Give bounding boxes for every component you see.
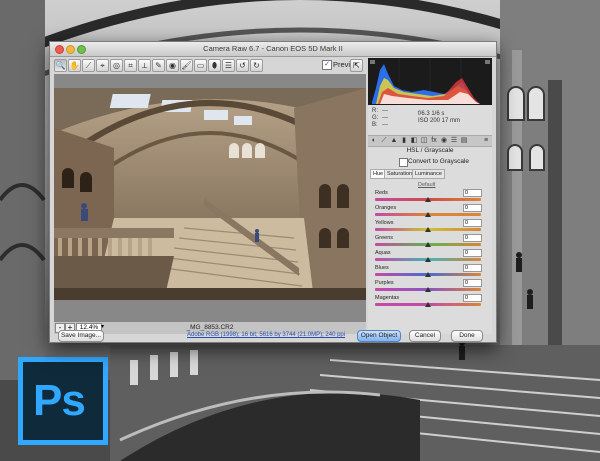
preferences-icon[interactable]: ☰ — [222, 59, 235, 72]
hand-icon[interactable]: ✋ — [68, 59, 81, 72]
default-link[interactable]: Default — [418, 182, 435, 188]
slider-value-field[interactable]: 0 — [463, 249, 482, 257]
slider-label: Greens — [375, 235, 394, 241]
r-label: R: — [372, 108, 378, 114]
slider-thumb[interactable] — [425, 212, 431, 217]
slider-row: Oranges 0 — [371, 204, 489, 220]
slider-label: Yellows — [375, 220, 394, 226]
panel-menu-icon[interactable]: ≡ — [482, 137, 490, 145]
window-title: Camera Raw 6.7 - Canon EOS 5D Mark II — [203, 44, 343, 53]
g-value: --- — [382, 115, 388, 121]
slider-label: Purples — [375, 280, 394, 286]
tone-curve-icon[interactable]: ⟋ — [380, 137, 388, 145]
slider-value-field[interactable]: 0 — [463, 279, 482, 287]
histogram — [368, 58, 492, 105]
slider-value-field[interactable]: 0 — [463, 264, 482, 272]
convert-grayscale-checkbox[interactable] — [399, 158, 408, 167]
detail-icon[interactable]: ▲ — [390, 137, 398, 145]
slider-thumb[interactable] — [425, 227, 431, 232]
lens-corrections-icon[interactable]: ◫ — [420, 137, 428, 145]
panel-title: HSL / Grayscale — [406, 147, 454, 154]
graduated-filter-icon[interactable]: ▭ — [194, 59, 207, 72]
slider-label: Blues — [375, 265, 389, 271]
crop-icon[interactable]: ⌗ — [124, 59, 137, 72]
red-eye-icon[interactable]: ◉ — [166, 59, 179, 72]
raw-photo-preview[interactable] — [54, 88, 366, 300]
exposure-readout: f/6.3 1/6 s — [418, 111, 445, 117]
slider-row: Greens 0 — [371, 234, 489, 250]
spot-removal-icon[interactable]: ✎ — [152, 59, 165, 72]
adjustment-brush-icon[interactable]: 🖌 — [180, 59, 193, 72]
slider-value-field[interactable]: 0 — [463, 234, 482, 242]
snapshots-icon[interactable]: ▤ — [460, 137, 468, 145]
workflow-options-link[interactable]: Adobe RGB (1998); 16 bit; 5616 by 3744 (… — [187, 332, 345, 338]
b-value: --- — [382, 122, 388, 128]
tab-luminance[interactable]: Luminance — [412, 169, 445, 179]
slider-label: Oranges — [375, 205, 397, 211]
slider-value-field[interactable]: 0 — [463, 204, 482, 212]
basic-panel-icon[interactable]: ◐ — [370, 137, 378, 145]
info-readout: R: --- G: --- B: --- f/6.3 1/6 s ISO 200… — [368, 107, 492, 133]
white-balance-icon[interactable]: ⟋ — [82, 59, 95, 72]
done-button[interactable]: Done — [451, 330, 483, 342]
convert-grayscale-label: Convert to Grayscale — [408, 158, 470, 165]
slider-row: Yellows 0 — [371, 219, 489, 235]
image-preview-area[interactable] — [54, 74, 366, 333]
save-image-button[interactable]: Save Image... — [58, 330, 104, 342]
tab-saturation[interactable]: Saturation — [384, 169, 416, 179]
panel-tab-strip: ◐ ⟋ ▲ ▮ ◧ ◫ fx ◉ ☰ ▤ ≡ — [368, 135, 492, 147]
slider-label: Aquas — [375, 250, 391, 256]
r-value: --- — [382, 108, 388, 114]
rotate-right-icon[interactable]: ↻ — [250, 59, 263, 72]
fullscreen-button[interactable]: ⇱ — [350, 59, 363, 72]
slider-thumb[interactable] — [425, 257, 431, 262]
open-object-button[interactable]: Open Object — [357, 330, 401, 342]
radial-filter-icon[interactable]: ⬮ — [208, 59, 221, 72]
slider-label: Magentas — [375, 295, 400, 301]
title-bar[interactable]: Camera Raw 6.7 - Canon EOS 5D Mark II — [50, 42, 496, 57]
presets-icon[interactable]: ☰ — [450, 137, 458, 145]
slider-row: Purples 0 — [371, 279, 489, 295]
g-label: G: — [372, 115, 379, 121]
slider-row: Reds 0 — [371, 189, 489, 205]
slider-row: Aquas 0 — [371, 249, 489, 265]
camera-calibration-icon[interactable]: ◉ — [440, 137, 448, 145]
split-toning-icon[interactable]: ◧ — [410, 137, 418, 145]
effects-icon[interactable]: fx — [430, 137, 438, 145]
slider-value-field[interactable]: 0 — [463, 189, 482, 197]
camera-raw-window: Camera Raw 6.7 - Canon EOS 5D Mark II 🔍 ✋… — [49, 41, 497, 343]
toolbar: 🔍 ✋ ⟋ ⌖ ◎ ⌗ ⟂ ✎ ◉ 🖌 ▭ ⬮ ☰ ↺ ↻ — [54, 59, 366, 72]
slider-thumb[interactable] — [425, 287, 431, 292]
slider-value-field[interactable]: 0 — [463, 219, 482, 227]
adjustment-panel: R: --- G: --- B: --- f/6.3 1/6 s ISO 200… — [368, 58, 492, 334]
slider-thumb[interactable] — [425, 242, 431, 247]
rotate-left-icon[interactable]: ↺ — [236, 59, 249, 72]
slider-value-field[interactable]: 0 — [463, 294, 482, 302]
slider-row: Magentas 0 — [371, 294, 489, 310]
photoshop-logo: Ps — [18, 357, 108, 445]
color-sampler-icon[interactable]: ⌖ — [96, 59, 109, 72]
target-adjust-icon[interactable]: ◎ — [110, 59, 123, 72]
slider-label: Reds — [375, 190, 388, 196]
slider-thumb[interactable] — [425, 302, 431, 307]
hsl-icon[interactable]: ▮ — [400, 137, 408, 145]
iso-focal-readout: ISO 200 17 mm — [418, 118, 461, 124]
zoom-icon[interactable]: 🔍 — [54, 59, 67, 72]
logo-text: Ps — [33, 376, 86, 425]
preview-checkbox[interactable]: ✓ — [322, 60, 332, 70]
slider-thumb[interactable] — [425, 197, 431, 202]
cancel-button[interactable]: Cancel — [409, 330, 441, 342]
b-label: B: — [372, 122, 378, 128]
slider-row: Blues 0 — [371, 264, 489, 280]
straighten-icon[interactable]: ⟂ — [138, 59, 151, 72]
slider-thumb[interactable] — [425, 272, 431, 277]
